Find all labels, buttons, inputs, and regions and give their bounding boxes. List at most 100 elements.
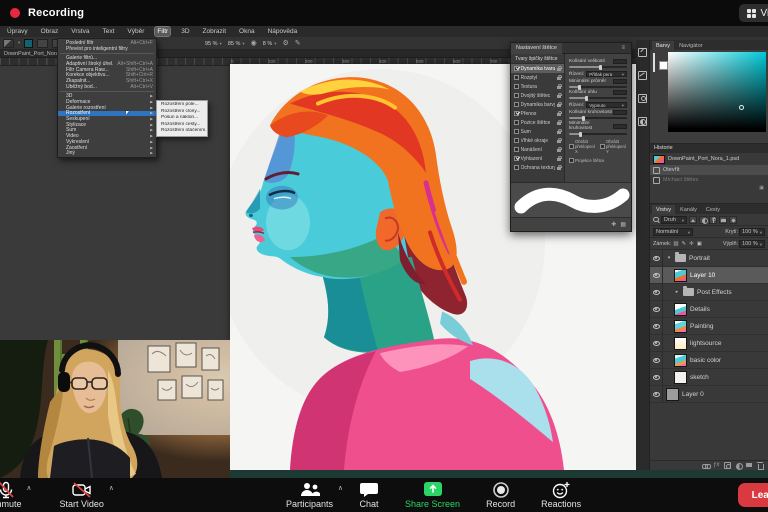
history-camera-icon[interactable]: ▣ (759, 185, 764, 193)
chevron-up-icon[interactable]: ∧ (109, 484, 114, 492)
color-gradient-field[interactable] (668, 52, 766, 132)
link-layers-icon[interactable] (702, 462, 709, 469)
tab-navigator[interactable]: Navigátor (675, 41, 707, 50)
eye-icon[interactable] (653, 273, 660, 278)
eye-icon[interactable] (653, 307, 660, 312)
eye-icon[interactable] (653, 256, 660, 261)
twirl-icon[interactable]: ▸ (674, 289, 680, 295)
view-button[interactable]: View (739, 4, 768, 22)
fill-value[interactable]: 100 %▾ (739, 240, 765, 248)
airbrush-icon[interactable]: ◉ (251, 40, 257, 47)
brush-property-pozice-štětce[interactable]: Pozice štětce (511, 118, 564, 127)
leave-button[interactable]: Leave (738, 483, 768, 507)
swatches-panel-icon[interactable] (638, 48, 647, 57)
delete-layer-icon[interactable] (757, 462, 764, 469)
history-step-mixer-brush[interactable]: Míchací štětec (650, 175, 768, 185)
slider-knob-icon[interactable] (582, 116, 585, 121)
filter-menu-item[interactable]: Úběžný bod...Alt+Ctrl+V (58, 84, 156, 90)
menu-vrstva[interactable]: Vrstva (69, 27, 91, 36)
checkbox-icon[interactable] (514, 156, 519, 161)
layer-row-portrait[interactable]: ▾Portrait (650, 250, 768, 267)
chevron-up-icon[interactable]: ∧ (26, 484, 31, 492)
brush-property-textura[interactable]: Textura (511, 82, 564, 91)
slider-track[interactable] (569, 117, 627, 119)
delete-brush-icon[interactable]: ▦ (620, 221, 626, 228)
brush-property-dynamika-barvy[interactable]: Dynamika barvy (511, 100, 564, 109)
gear-icon[interactable]: ⚙ (282, 40, 288, 47)
brush-property-dvojitý-štětec[interactable]: Dvojitý štětec (511, 91, 564, 100)
brush-property-vyhlazení[interactable]: Vyhlazení (511, 154, 564, 163)
checkbox-icon[interactable] (514, 66, 519, 71)
brush-tip-shape-item[interactable]: Tvary špičky štětce (511, 54, 564, 64)
slider-track[interactable] (569, 86, 627, 88)
layer-row-lightsource[interactable]: lightsource (650, 335, 768, 352)
menu-výběr[interactable]: Výběr (125, 27, 146, 36)
checkbox-icon[interactable] (514, 120, 519, 125)
filter-smart-object-icon[interactable] (729, 216, 737, 224)
kind-filter-select[interactable]: Druh▾ (661, 216, 687, 224)
visibility-cell[interactable] (650, 352, 663, 369)
checkbox-icon[interactable] (514, 165, 519, 170)
checkbox-icon[interactable] (569, 158, 574, 163)
eye-icon[interactable] (653, 392, 660, 397)
menu-obraz[interactable]: Obraz (39, 27, 61, 36)
adjustments-panel-icon[interactable] (638, 117, 647, 126)
layer-row-post-effects[interactable]: ▸Post Effects (650, 284, 768, 301)
slider-value-box[interactable] (613, 90, 627, 95)
brushes-panel-icon[interactable] (638, 71, 647, 80)
lock-pixels-icon[interactable]: ✎ (682, 241, 687, 247)
checkbox-icon[interactable] (514, 75, 519, 80)
checkbox-icon[interactable] (600, 144, 605, 149)
slider-knob-icon[interactable] (579, 132, 582, 137)
brush-preset-icon[interactable] (3, 39, 14, 48)
slider-track[interactable] (569, 133, 627, 135)
reactions-button[interactable]: Reactions (535, 478, 587, 512)
new-brush-icon[interactable]: ✚ (611, 221, 616, 228)
flow-value-chip[interactable]: 85 %▾ (228, 41, 245, 47)
filter-image-layers-icon[interactable] (689, 216, 697, 224)
history-step-open[interactable]: Otevřít (650, 165, 768, 175)
menu-zobrazit[interactable]: Zobrazit (201, 27, 228, 36)
eye-icon[interactable] (653, 375, 660, 380)
layer-row-basic-color[interactable]: basic color (650, 352, 768, 369)
flip-x-checkbox[interactable]: Obrátit překlopení X (569, 139, 596, 154)
tab-paths[interactable]: Cesty (702, 205, 724, 214)
brush-property-rozptyl[interactable]: Rozptyl (511, 73, 564, 82)
history-panel-title[interactable]: Historie (650, 144, 768, 153)
visibility-cell[interactable] (650, 318, 663, 335)
brush-property-přenos[interactable]: Přenos (511, 109, 564, 118)
pen-pressure-icon[interactable]: ✎ (295, 40, 301, 47)
chevron-up-icon[interactable]: ∧ (338, 484, 343, 492)
tab-color[interactable]: Barvy (652, 41, 674, 50)
unmute-button[interactable]: ∧ Unmute (0, 478, 28, 512)
visibility-cell[interactable] (650, 284, 663, 301)
tab-layers[interactable]: Vrstvy (652, 205, 675, 214)
layer-row-layer-10[interactable]: Layer 10 (650, 267, 768, 284)
layer-row-sketch[interactable]: sketch (650, 369, 768, 386)
visibility-cell[interactable] (650, 267, 663, 284)
libraries-panel-icon[interactable] (638, 94, 647, 103)
new-adjustment-layer-icon[interactable] (735, 462, 742, 469)
slider-track[interactable] (569, 97, 627, 99)
record-button[interactable]: Record (480, 478, 521, 512)
checkbox-icon[interactable] (514, 102, 519, 107)
brush-property-šum[interactable]: Šum (511, 127, 564, 136)
lock-all-icon[interactable]: ▣ (697, 241, 702, 247)
chat-button[interactable]: Chat (353, 478, 385, 512)
flip-y-checkbox[interactable]: Obrátit překlopení Y (600, 139, 627, 154)
menu-nápověda[interactable]: Nápověda (266, 27, 300, 36)
slider-value-box[interactable] (613, 124, 627, 129)
brush-property-vlhké-okraje[interactable]: Vlhké okraje (511, 136, 564, 145)
checkbox-icon[interactable] (514, 93, 519, 98)
tab-channels[interactable]: Kanály (676, 205, 701, 214)
menu-úpravy[interactable]: Úpravy (5, 27, 30, 36)
visibility-cell[interactable] (650, 301, 663, 318)
checkbox-icon[interactable] (569, 144, 574, 149)
blur-submenu-item[interactable]: Rozostření otáčením... (157, 128, 207, 135)
menu-okna[interactable]: Okna (237, 27, 257, 36)
brush-property-nanášení[interactable]: Nanášení (511, 145, 564, 154)
visibility-cell[interactable] (650, 250, 663, 267)
filter-menu-item[interactable]: Jiný▶ (58, 150, 156, 156)
layer-style-fx-icon[interactable]: ƒx (713, 462, 720, 469)
slider-knob-icon[interactable] (599, 65, 602, 70)
